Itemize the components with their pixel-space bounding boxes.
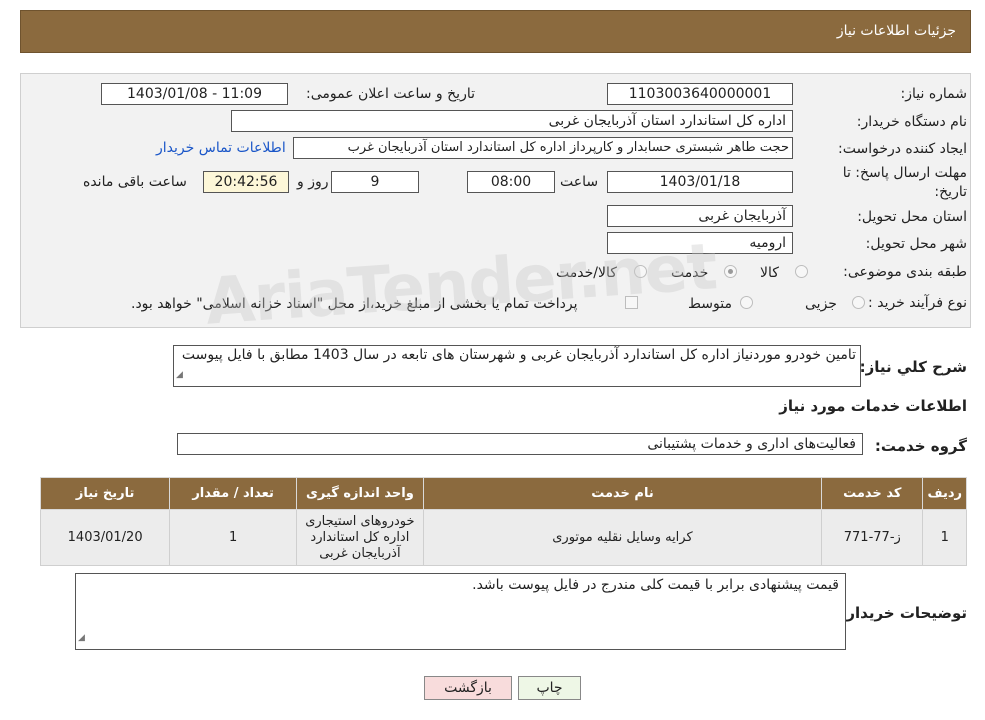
process-medium-label: متوسط bbox=[688, 296, 732, 312]
category-goods-label: کالا bbox=[760, 265, 779, 281]
summary-textarea[interactable]: تامین خودرو موردنیاز اداره کل استاندارد … bbox=[173, 345, 861, 387]
cell-row: 1 bbox=[922, 509, 967, 566]
city-field: ارومیه bbox=[607, 232, 793, 254]
category-goods-radio[interactable] bbox=[795, 265, 808, 278]
days-label: روز و bbox=[297, 174, 329, 190]
need-number-label: شماره نیاز: bbox=[900, 86, 968, 102]
summary-text: تامین خودرو موردنیاز اداره کل استاندارد … bbox=[181, 347, 856, 363]
summary-label: شرح كلي نياز: bbox=[859, 358, 967, 376]
announce-datetime-field: 1403/01/08 - 11:09 bbox=[101, 83, 288, 105]
treasury-payment-checkbox[interactable] bbox=[625, 296, 638, 309]
need-number-field: 1103003640000001 bbox=[607, 83, 793, 105]
buyer-org-field: اداره کل استاندارد استان آذربایجان غربی bbox=[231, 110, 793, 132]
category-goods-service-radio[interactable] bbox=[634, 265, 647, 278]
resize-grip-icon[interactable]: ◢ bbox=[78, 630, 85, 647]
col-header-name: نام خدمت bbox=[422, 477, 823, 510]
service-group-label: گروه خدمت: bbox=[874, 437, 967, 455]
deadline-label: مهلت ارسال پاسخ: تا تاریخ: bbox=[842, 165, 967, 200]
buyer-notes-textarea[interactable]: قیمت پیشنهادی برابر با قیمت کلی مندرج در… bbox=[75, 573, 846, 650]
back-button[interactable]: بازگشت bbox=[424, 676, 512, 700]
creator-field: حجت طاهر شبستری حسابدار و کارپرداز اداره… bbox=[293, 137, 793, 159]
buyer-notes-label: توضیحات خریدار: bbox=[840, 604, 967, 622]
process-label: نوع فرآیند خرید : bbox=[868, 295, 967, 311]
page-header: جزئیات اطلاعات نیاز bbox=[20, 10, 971, 53]
print-button[interactable]: چاپ bbox=[518, 676, 581, 700]
cell-unit: خودروهای استیجاری اداره کل استاندارد آذر… bbox=[295, 509, 424, 566]
service-group-field: فعالیت‌های اداری و خدمات پشتیبانی bbox=[177, 433, 863, 455]
process-minor-label: جزیی bbox=[805, 296, 837, 312]
buyer-contact-link[interactable]: اطلاعات تماس خریدار bbox=[156, 140, 286, 156]
remaining-days-field: 9 bbox=[331, 171, 419, 193]
category-goods-service-label: کالا/خدمت bbox=[556, 265, 617, 281]
remaining-time-field: 20:42:56 bbox=[203, 171, 289, 193]
services-table: ردیف کد خدمت نام خدمت واحد اندازه گیری ت… bbox=[39, 477, 967, 566]
province-label: استان محل تحویل: bbox=[857, 209, 967, 225]
treasury-payment-note: پرداخت تمام یا بخشی از مبلغ خرید،از محل … bbox=[131, 296, 578, 312]
col-header-unit: واحد اندازه گیری bbox=[295, 477, 424, 510]
col-header-row: ردیف bbox=[922, 477, 967, 510]
creator-label: ایجاد کننده درخواست: bbox=[838, 141, 967, 157]
province-field: آذربایجان غربی bbox=[607, 205, 793, 227]
process-medium-radio[interactable] bbox=[740, 296, 753, 309]
page-title: جزئیات اطلاعات نیاز bbox=[836, 23, 956, 39]
col-header-date: تاریخ نیاز bbox=[39, 477, 171, 510]
deadline-hour-label: ساعت bbox=[560, 174, 599, 190]
remaining-time-label: ساعت باقی مانده bbox=[83, 174, 187, 190]
process-minor-radio[interactable] bbox=[852, 296, 865, 309]
table-row: 1 ز-77-771 کرایه وسایل نقلیه موتوری خودر… bbox=[39, 509, 967, 566]
deadline-time-field: 08:00 bbox=[467, 171, 555, 193]
city-label: شهر محل تحویل: bbox=[865, 236, 967, 252]
deadline-date-field: 1403/01/18 bbox=[607, 171, 793, 193]
category-service-radio[interactable] bbox=[724, 265, 737, 278]
buyer-notes-text: قیمت پیشنهادی برابر با قیمت کلی مندرج در… bbox=[472, 577, 839, 593]
cell-name: کرایه وسایل نقلیه موتوری bbox=[422, 509, 823, 566]
cell-code: ز-77-771 bbox=[821, 509, 924, 566]
resize-grip-icon[interactable]: ◢ bbox=[176, 367, 183, 384]
col-header-code: کد خدمت bbox=[821, 477, 924, 510]
announce-datetime-label: تاریخ و ساعت اعلان عمومی: bbox=[306, 86, 475, 102]
category-label: طبقه بندی موضوعی: bbox=[843, 264, 967, 280]
buyer-org-label: نام دستگاه خریدار: bbox=[856, 114, 967, 130]
category-service-label: خدمت bbox=[671, 265, 709, 281]
cell-date: 1403/01/20 bbox=[39, 509, 171, 566]
cell-qty: 1 bbox=[169, 509, 297, 566]
col-header-qty: تعداد / مقدار bbox=[169, 477, 297, 510]
services-section-title: اطلاعات خدمات مورد نیاز bbox=[779, 397, 967, 415]
